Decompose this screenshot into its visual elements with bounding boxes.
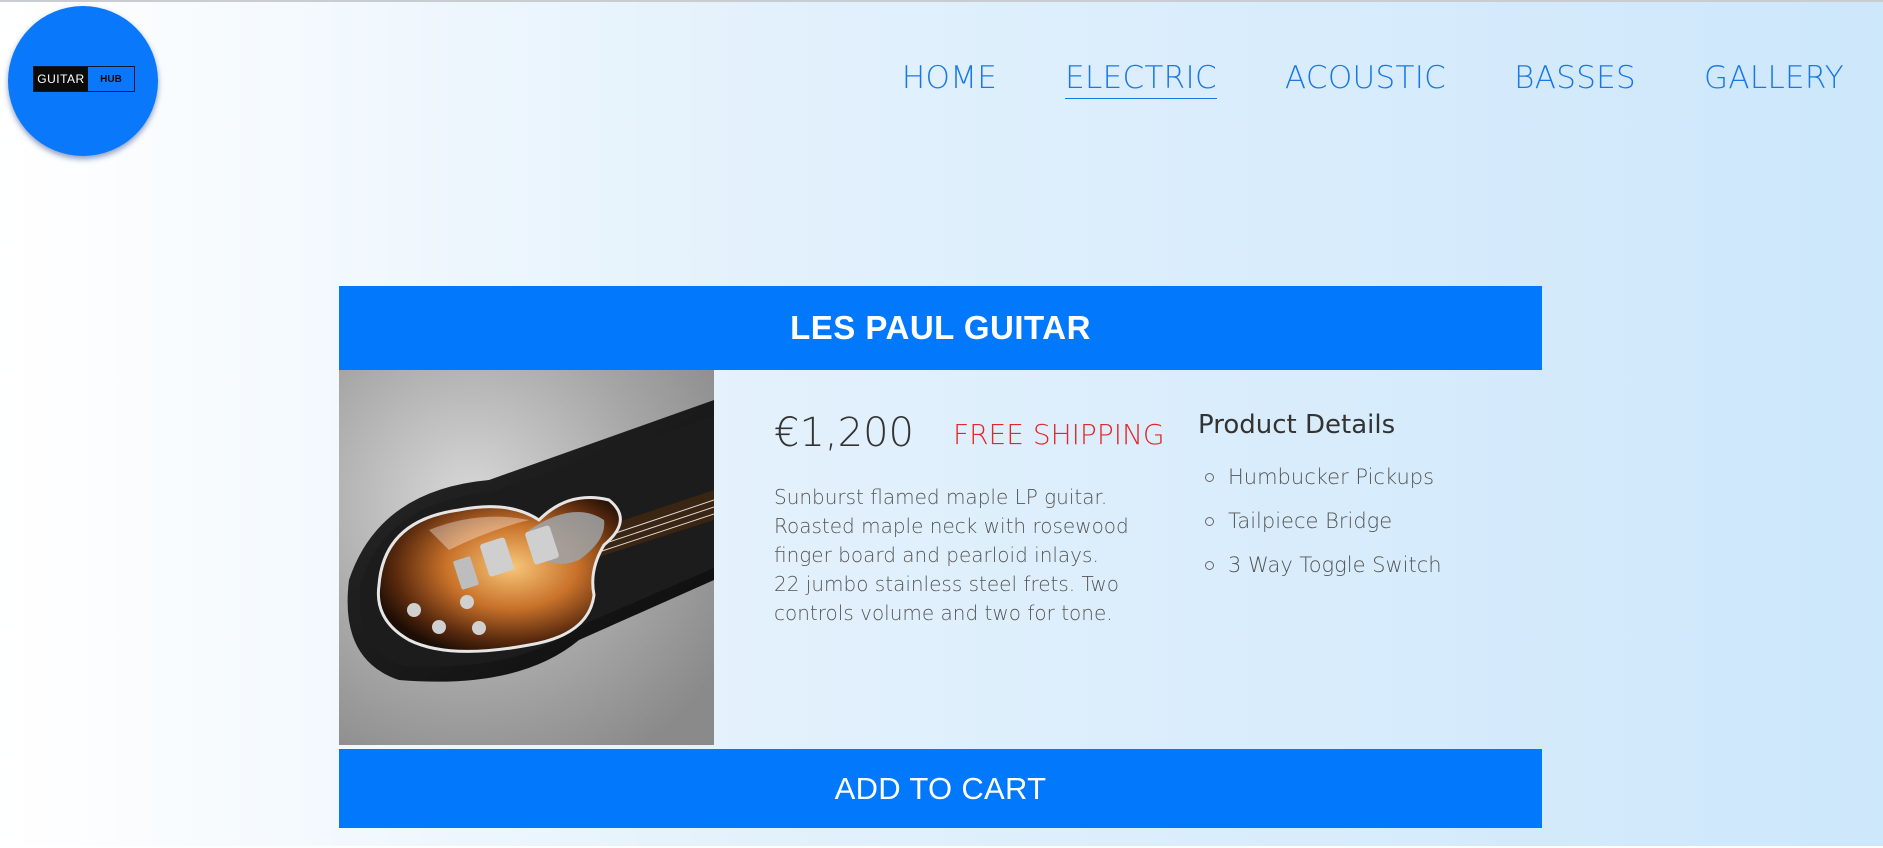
guitar-photo-icon: [339, 370, 714, 745]
product-details-title: Product Details: [1198, 410, 1396, 440]
logo[interactable]: GUITAR HUB: [8, 6, 158, 156]
logo-text-hub: HUB: [100, 73, 122, 85]
product-description: Sunburst flamed maple LP guitar. Roasted…: [774, 485, 1129, 625]
product-image: [339, 370, 714, 745]
nav-item-basses[interactable]: BASSES: [1514, 58, 1636, 99]
top-border: [0, 0, 1883, 2]
detail-item: Tailpiece Bridge: [1198, 499, 1442, 543]
product-details-list: Humbucker Pickups Tailpiece Bridge 3 Way…: [1198, 455, 1442, 587]
nav-item-gallery[interactable]: GALLERY: [1704, 58, 1844, 99]
product-title: LES PAUL GUITAR: [339, 286, 1542, 370]
nav-item-home[interactable]: HOME: [902, 58, 997, 99]
free-shipping-label: FREE SHIPPING: [953, 418, 1165, 451]
product-price: €1,200: [774, 410, 914, 456]
add-to-cart-button[interactable]: ADD TO CART: [339, 749, 1542, 828]
nav-item-electric[interactable]: ELECTRIC: [1065, 58, 1217, 100]
logo-badge: GUITAR HUB: [33, 66, 135, 92]
detail-item: 3 Way Toggle Switch: [1198, 543, 1442, 587]
main-nav: HOME ELECTRIC ACOUSTIC BASSES GALLERY: [902, 58, 1844, 100]
nav-item-acoustic[interactable]: ACOUSTIC: [1285, 58, 1446, 99]
logo-text-guitar: GUITAR: [34, 67, 88, 91]
detail-item: Humbucker Pickups: [1198, 455, 1442, 499]
